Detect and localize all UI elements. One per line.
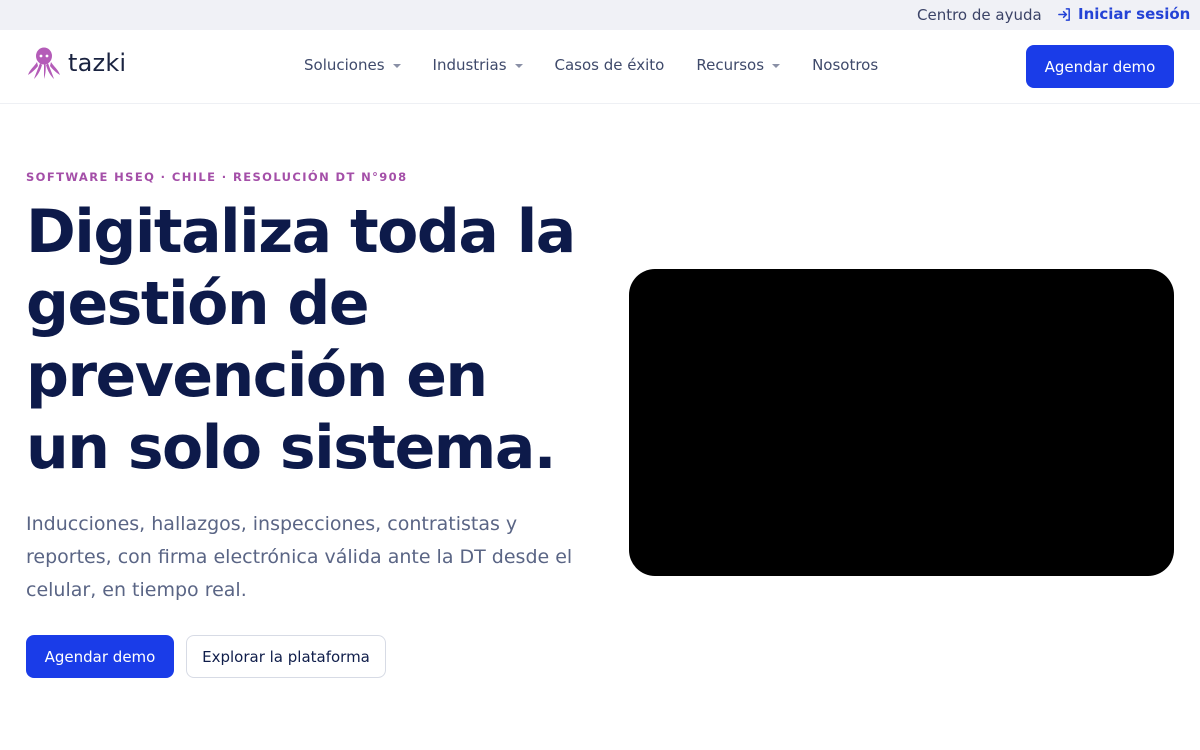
- hero-headline: Digitaliza toda la gestión de prevención…: [26, 197, 576, 483]
- chevron-down-icon: [772, 64, 781, 68]
- hero-demo-button[interactable]: Agendar demo: [26, 635, 174, 678]
- nav-menu: Soluciones Industrias Casos de éxito Rec…: [304, 56, 910, 74]
- logo-wordmark: tazki: [68, 49, 127, 77]
- login-link[interactable]: Iniciar sesión: [1057, 5, 1190, 23]
- nav-item-soluciones[interactable]: Soluciones: [304, 56, 401, 74]
- hero-description: Inducciones, hallazgos, inspecciones, co…: [26, 513, 573, 601]
- nav-item-recursos[interactable]: Recursos: [696, 56, 781, 74]
- login-icon: [1058, 7, 1070, 21]
- top-utility-bar: Centro de ayuda Iniciar sesión: [0, 0, 1200, 30]
- chevron-down-icon: [514, 64, 523, 68]
- nav-demo-button[interactable]: Agendar demo: [1026, 45, 1174, 88]
- nav-item-label: Nosotros: [812, 56, 879, 74]
- nav-item-label: Casos de éxito: [554, 56, 665, 74]
- logo[interactable]: tazki: [26, 45, 126, 81]
- octopus-icon: [28, 47, 60, 79]
- chevron-down-icon: [392, 64, 401, 68]
- hero-eyebrow: SOFTWARE HSEQ · CHILE · RESOLUCIÓN DT N°…: [26, 170, 408, 184]
- explore-platform-button[interactable]: Explorar la plataforma: [186, 635, 386, 678]
- login-label: Iniciar sesión: [1078, 5, 1191, 23]
- nav-item-industrias[interactable]: Industrias: [433, 56, 523, 74]
- nav-item-label: Recursos: [696, 56, 765, 74]
- main-navigation: tazki Soluciones Industrias Casos de éxi…: [0, 30, 1200, 104]
- nav-item-casos-de-exito[interactable]: Casos de éxito: [555, 56, 665, 74]
- nav-item-label: Soluciones: [304, 56, 385, 74]
- nav-item-nosotros[interactable]: Nosotros: [812, 56, 878, 74]
- nav-item-label: Industrias: [432, 56, 507, 74]
- hero-video-player[interactable]: [629, 269, 1174, 576]
- help-center-link[interactable]: Centro de ayuda: [917, 6, 1042, 24]
